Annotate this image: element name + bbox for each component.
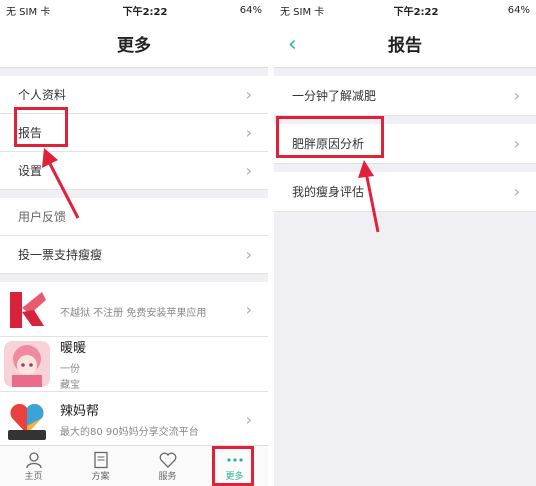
- row-label: 个人资料: [18, 88, 67, 102]
- status-bar: 无 SIM 卡 下午2:22 64%: [0, 0, 268, 20]
- row-one-minute[interactable]: 一分钟了解减肥 ›: [274, 76, 536, 116]
- tab-label: 服务: [158, 471, 177, 482]
- tab-label: 主页: [24, 471, 43, 482]
- row-vote[interactable]: 投一票支持瘦瘦 ›: [0, 236, 268, 274]
- app-subtitle-2: 藏宝: [60, 380, 80, 391]
- nav-bar: ‹ 报告: [274, 20, 536, 68]
- chevron-right-icon: ›: [513, 182, 520, 201]
- app-promo-item[interactable]: 暖暖 一份 藏宝: [0, 337, 268, 392]
- chevron-right-icon: ›: [245, 409, 252, 429]
- highlight-box-analysis: [276, 116, 384, 158]
- time-label: 下午2:22: [122, 6, 168, 18]
- app-subtitle: 一份: [60, 364, 80, 375]
- back-chevron-icon[interactable]: ‹: [288, 32, 297, 57]
- app-promo-item[interactable]: 辣妈帮 最大的80 90妈妈分享交流平台 ›: [0, 392, 268, 447]
- tab-home[interactable]: 主页: [0, 446, 67, 486]
- tab-plan[interactable]: 方案: [67, 446, 134, 486]
- battery-label: 64%: [507, 4, 530, 16]
- battery-label: 64%: [239, 4, 262, 16]
- tab-label: 方案: [91, 471, 110, 482]
- more-screen: 无 SIM 卡 下午2:22 64% 更多 个人资料 › 报告 › 设置 › 用…: [0, 0, 268, 486]
- chevron-right-icon: ›: [513, 134, 520, 153]
- row-label: 用户反馈: [18, 210, 67, 224]
- nav-bar: 更多: [0, 20, 268, 68]
- page-title: 更多: [117, 36, 151, 56]
- row-label: 我的瘦身评估: [292, 185, 365, 199]
- page-title: 报告: [388, 36, 422, 56]
- report-screen: 无 SIM 卡 下午2:22 64% ‹ 报告 一分钟了解减肥 › 肥胖原因分析…: [274, 0, 536, 486]
- chevron-right-icon: ›: [245, 85, 252, 104]
- chevron-right-icon: ›: [513, 86, 520, 105]
- chevron-right-icon: ›: [245, 245, 252, 264]
- person-icon: [25, 451, 42, 468]
- chevron-right-icon: ›: [245, 161, 252, 180]
- app-title: 辣妈帮: [60, 404, 100, 419]
- row-assessment[interactable]: 我的瘦身评估 ›: [274, 172, 536, 212]
- row-feedback[interactable]: 用户反馈: [0, 198, 268, 236]
- chevron-right-icon: ›: [245, 299, 252, 319]
- highlight-box-more-tab: [212, 446, 254, 486]
- document-icon: [93, 451, 108, 468]
- row-settings[interactable]: 设置 ›: [0, 152, 268, 190]
- lamabang-heart-icon: [4, 396, 50, 442]
- app-title: 暖暖: [60, 341, 87, 356]
- carrier-label: 无 SIM 卡: [280, 6, 325, 18]
- status-bar: 无 SIM 卡 下午2:22 64%: [274, 0, 536, 20]
- heart-icon: [159, 452, 176, 468]
- tab-service[interactable]: 服务: [134, 446, 201, 486]
- app-subtitle: 最大的80 90妈妈分享交流平台: [60, 427, 199, 438]
- row-label: 投一票支持瘦瘦: [18, 248, 103, 262]
- highlight-box-report: [14, 107, 68, 147]
- row-label: 设置: [18, 164, 43, 178]
- app-promo-item[interactable]: 不越狱 不注册 免费安装苹果应用 ›: [0, 282, 268, 337]
- time-label: 下午2:22: [393, 6, 439, 18]
- carrier-label: 无 SIM 卡: [6, 6, 51, 18]
- anime-girl-icon: [4, 341, 50, 387]
- app-subtitle: 不越狱 不注册 免费安装苹果应用: [60, 307, 207, 319]
- row-label: 一分钟了解减肥: [292, 89, 377, 103]
- red-k-logo-icon: [4, 286, 50, 332]
- chevron-right-icon: ›: [245, 123, 252, 142]
